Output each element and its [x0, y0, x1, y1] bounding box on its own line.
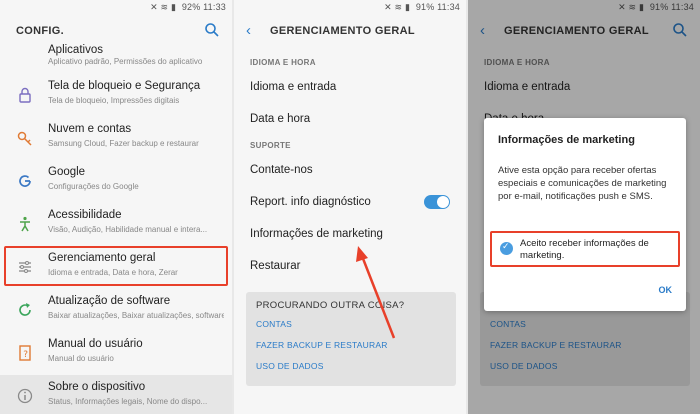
dialog-title: Informações de marketing [498, 134, 635, 146]
marketing-dialog-screen: ✕ ≋ ▮ 91% 11:34 ‹ GERENCIAMENTO GERAL ID… [468, 0, 700, 414]
accessibility-icon [20, 216, 30, 232]
settings-item-title: Atualização de software [48, 295, 171, 307]
settings-item-lock[interactable]: Tela de bloqueio e Segurança Tela de bloq… [0, 74, 232, 117]
svg-text:?: ? [23, 350, 28, 360]
ok-button[interactable]: OK [659, 285, 673, 295]
settings-item-title: Sobre o dispositivo [48, 381, 146, 393]
settings-item-accessibility[interactable]: Acessibilidade Visão, Audição, Habilidade… [0, 203, 232, 246]
settings-item-subtitle: Visão, Audição, Habilidade manual e inte… [48, 225, 208, 234]
settings-item-subtitle: Tela de bloqueio, Impressões digitais [48, 96, 180, 105]
settings-appbar: CONFIG. [0, 16, 232, 48]
settings-item-title: Aplicativos [48, 44, 103, 56]
settings-item-subtitle: Baixar atualizações, Baixar atualizações… [48, 311, 224, 320]
status-bar: ✕ ≋ ▮ 92% 11:33 [0, 0, 232, 16]
settings-item-title: Manual do usuário [48, 338, 143, 350]
settings-item-subtitle: Samsung Cloud, Fazer backup e restaurar [48, 139, 199, 148]
settings-item-manual[interactable]: ? Manual do usuário Manual do usuário [0, 332, 232, 375]
settings-item-google[interactable]: Google Configurações do Google [0, 160, 232, 203]
settings-screen: ✕ ≋ ▮ 92% 11:33 CONFIG. Aplicativos Aplic… [0, 0, 232, 414]
settings-item-subtitle: Manual do usuário [48, 354, 114, 363]
settings-item-subtitle: Aplicativo padrão, Permissões do aplicat… [48, 57, 203, 66]
settings-list: Aplicativos Aplicativo padrão, Permissões… [0, 44, 232, 414]
general-management-screen: ✕ ≋ ▮ 91% 11:34 ‹ GERENCIAMENTO GERAL ID… [234, 0, 466, 414]
search-icon[interactable] [204, 22, 220, 38]
update-icon [19, 303, 31, 316]
key-icon [17, 131, 32, 146]
annotation-arrow [356, 246, 396, 339]
settings-item-subtitle: Configurações do Google [48, 182, 139, 191]
marketing-dialog: Informações de marketing Ative esta opçã… [484, 118, 686, 311]
settings-item-title: Acessibilidade [48, 209, 122, 221]
status-icons: ✕ ≋ ▮ [150, 2, 177, 12]
clock: 11:33 [203, 2, 226, 12]
highlight-box [490, 231, 680, 267]
settings-item-title: Tela de bloqueio e Segurança [48, 80, 201, 92]
dialog-body: Ative esta opção para receber ofertas es… [498, 165, 667, 202]
google-icon [19, 175, 31, 187]
page-title: CONFIG. [16, 25, 64, 37]
settings-item-key[interactable]: Nuvem e contas Samsung Cloud, Fazer backu… [0, 117, 232, 160]
battery-level: 92% [181, 2, 201, 12]
info-icon [17, 388, 33, 404]
settings-item-update[interactable]: Atualização de software Baixar atualizaçõ… [0, 289, 232, 332]
settings-item-apps[interactable]: Aplicativos Aplicativo padrão, Permissões… [0, 44, 232, 74]
settings-item-title: Nuvem e contas [48, 123, 132, 135]
manual-icon: ? [19, 345, 31, 361]
settings-item-title: Google [48, 166, 86, 178]
settings-item-subtitle: Status, Informações legais, Nome do disp… [48, 397, 208, 406]
lock-icon [19, 87, 31, 103]
highlight-box [4, 246, 228, 286]
settings-item-info[interactable]: Sobre o dispositivo Status, Informações l… [0, 375, 232, 414]
